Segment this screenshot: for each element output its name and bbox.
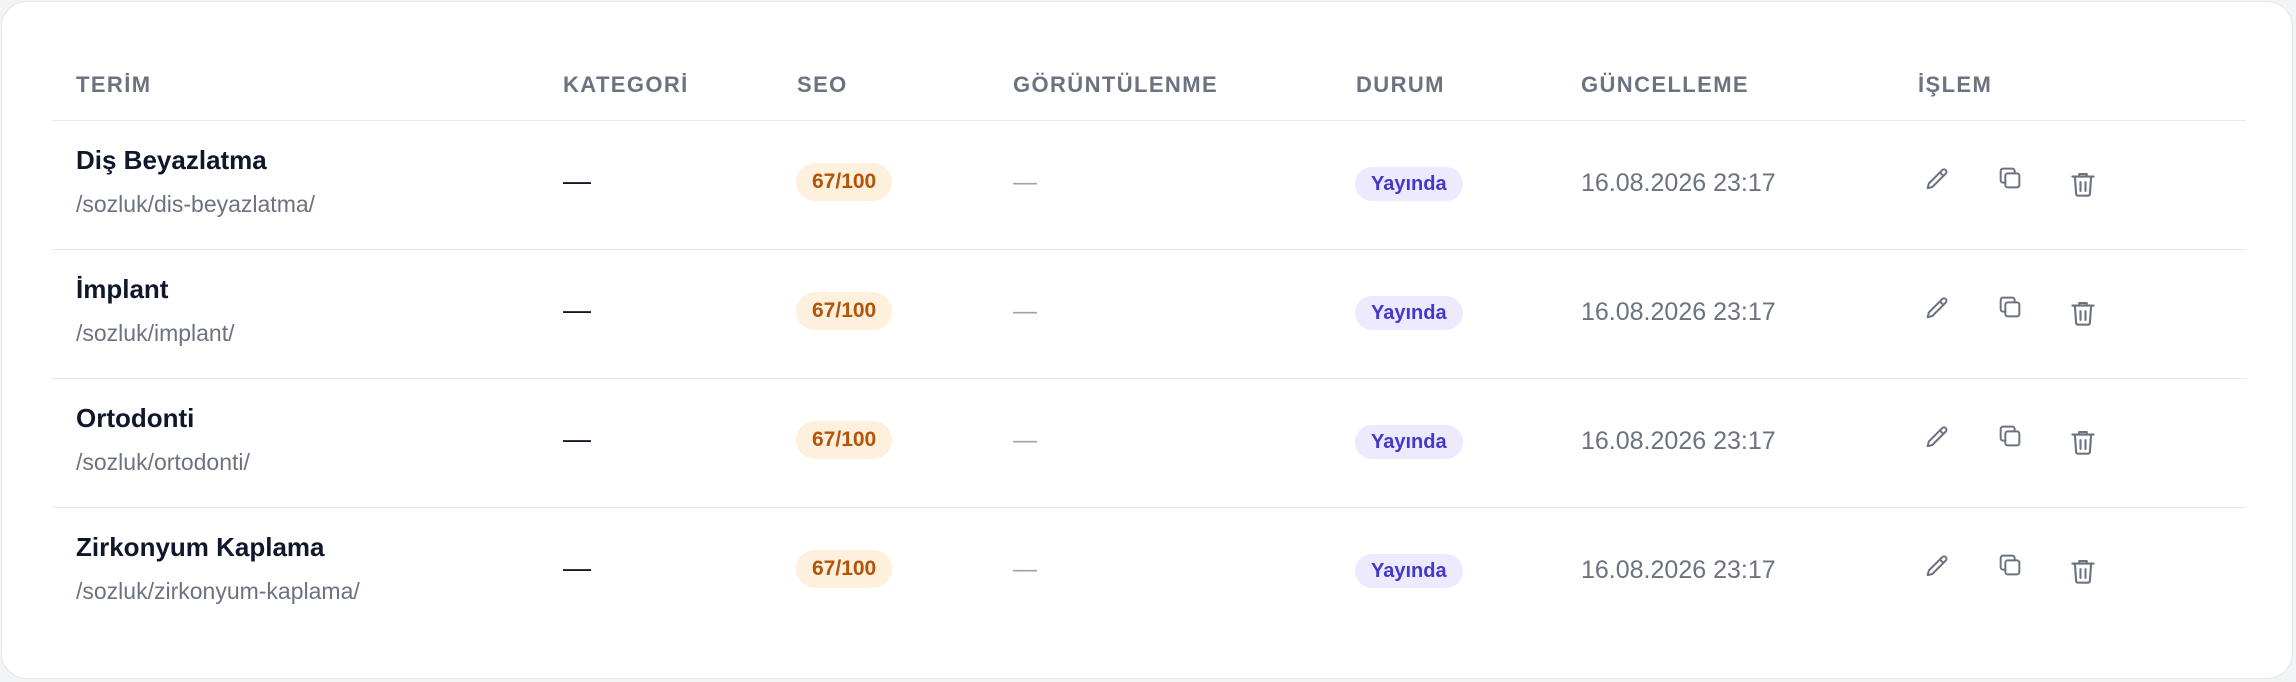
table-row: Zirkonyum Kaplama /sozluk/zirkonyum-kapl… bbox=[52, 508, 2246, 636]
header-views[interactable]: GÖRÜNTÜLENME bbox=[1013, 72, 1218, 98]
seo-score-badge: 67/100 bbox=[796, 292, 893, 330]
edit-button[interactable] bbox=[1918, 161, 1956, 199]
term-title[interactable]: İmplant bbox=[76, 274, 168, 305]
delete-button[interactable] bbox=[2064, 552, 2102, 590]
duplicate-button[interactable] bbox=[1991, 546, 2029, 584]
status-badge: Yayında bbox=[1355, 167, 1463, 201]
trash-icon bbox=[2071, 559, 2095, 584]
table-row: Ortodonti /sozluk/ortodonti/ — 67/100 — … bbox=[52, 379, 2246, 508]
updated-timestamp: 16.08.2026 23:17 bbox=[1581, 298, 1776, 326]
header-seo[interactable]: SEO bbox=[797, 72, 848, 98]
status-badge: Yayında bbox=[1355, 296, 1463, 330]
pencil-icon bbox=[1926, 297, 1948, 319]
updated-timestamp: 16.08.2026 23:17 bbox=[1581, 427, 1776, 455]
views-value: — bbox=[1013, 427, 1037, 454]
copy-icon bbox=[1999, 425, 2021, 447]
delete-button[interactable] bbox=[2064, 294, 2102, 332]
category-value: — bbox=[563, 552, 591, 583]
copy-icon bbox=[1999, 554, 2021, 576]
edit-button[interactable] bbox=[1918, 290, 1956, 328]
terms-table: TERİM KATEGORİ SEO GÖRÜNTÜLENME DURUM GÜ… bbox=[52, 52, 2246, 636]
term-title[interactable]: Diş Beyazlatma bbox=[76, 145, 267, 176]
term-slug: /sozluk/zirkonyum-kaplama/ bbox=[76, 578, 360, 604]
pencil-icon bbox=[1926, 168, 1948, 190]
seo-score-badge: 67/100 bbox=[796, 550, 893, 588]
term-slug: /sozluk/implant/ bbox=[76, 320, 235, 346]
duplicate-button[interactable] bbox=[1991, 159, 2029, 197]
terms-table-card: TERİM KATEGORİ SEO GÖRÜNTÜLENME DURUM GÜ… bbox=[1, 1, 2293, 679]
trash-icon bbox=[2071, 172, 2095, 197]
seo-score-badge: 67/100 bbox=[796, 163, 893, 201]
category-value: — bbox=[563, 165, 591, 196]
status-badge: Yayında bbox=[1355, 425, 1463, 459]
copy-icon bbox=[1999, 296, 2021, 318]
updated-timestamp: 16.08.2026 23:17 bbox=[1581, 169, 1776, 197]
category-value: — bbox=[563, 294, 591, 325]
term-slug: /sozluk/ortodonti/ bbox=[76, 449, 250, 475]
pencil-icon bbox=[1926, 555, 1948, 577]
category-value: — bbox=[563, 423, 591, 454]
header-updated[interactable]: GÜNCELLEME bbox=[1581, 72, 1749, 98]
pencil-icon bbox=[1926, 426, 1948, 448]
header-status[interactable]: DURUM bbox=[1356, 72, 1445, 98]
table-row: Diş Beyazlatma /sozluk/dis-beyazlatma/ —… bbox=[52, 121, 2246, 250]
edit-button[interactable] bbox=[1918, 548, 1956, 586]
trash-icon bbox=[2071, 430, 2095, 455]
term-title[interactable]: Zirkonyum Kaplama bbox=[76, 532, 325, 563]
edit-button[interactable] bbox=[1918, 419, 1956, 457]
header-actions: İŞLEM bbox=[1918, 72, 1993, 97]
updated-timestamp: 16.08.2026 23:17 bbox=[1581, 556, 1776, 584]
duplicate-button[interactable] bbox=[1991, 417, 2029, 455]
duplicate-button[interactable] bbox=[1991, 288, 2029, 326]
seo-score-badge: 67/100 bbox=[796, 421, 893, 459]
term-slug: /sozluk/dis-beyazlatma/ bbox=[76, 191, 316, 217]
views-value: — bbox=[1013, 298, 1037, 325]
header-term[interactable]: TERİM bbox=[76, 72, 151, 98]
table-row: İmplant /sozluk/implant/ — 67/100 — Yayı… bbox=[52, 250, 2246, 379]
term-title[interactable]: Ortodonti bbox=[76, 403, 194, 434]
status-badge: Yayında bbox=[1355, 554, 1463, 588]
delete-button[interactable] bbox=[2064, 165, 2102, 203]
header-category[interactable]: KATEGORİ bbox=[563, 72, 689, 98]
views-value: — bbox=[1013, 556, 1037, 583]
copy-icon bbox=[1999, 167, 2021, 189]
trash-icon bbox=[2071, 301, 2095, 326]
delete-button[interactable] bbox=[2064, 423, 2102, 461]
views-value: — bbox=[1013, 169, 1037, 196]
table-header: TERİM KATEGORİ SEO GÖRÜNTÜLENME DURUM GÜ… bbox=[52, 52, 2246, 121]
